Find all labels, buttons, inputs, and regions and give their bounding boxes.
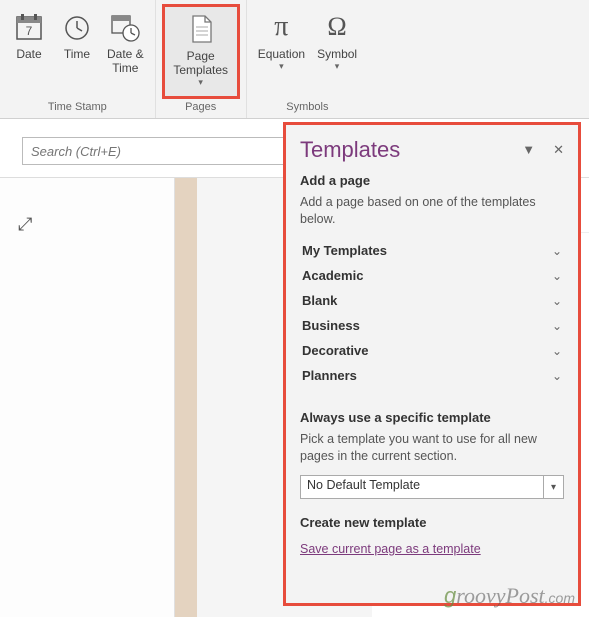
ribbon-group-timestamp: 7 Date Time Date & Time Time Stamp: [0, 0, 156, 118]
category-planners[interactable]: Planners ⌄: [300, 363, 564, 388]
time-button[interactable]: Time: [54, 4, 100, 99]
calendar-clock-icon: [109, 9, 141, 45]
clock-icon: [61, 9, 93, 45]
ribbon-group-pages: Page Templates ▾ Pages: [156, 0, 247, 118]
chevron-down-icon: ⌄: [552, 369, 562, 383]
add-page-heading: Add a page: [300, 173, 564, 188]
equation-button[interactable]: π Equation ▾: [253, 4, 310, 99]
symbol-button[interactable]: Ω Symbol ▾: [312, 4, 362, 99]
group-label-symbols: Symbols: [286, 99, 328, 116]
chevron-down-icon: ▾: [279, 61, 284, 72]
date-button[interactable]: 7 Date: [6, 4, 52, 99]
chevron-down-icon: ⌄: [552, 344, 562, 358]
page-icon: [185, 11, 217, 47]
date-label: Date: [16, 47, 41, 61]
date-time-button[interactable]: Date & Time: [102, 4, 149, 99]
save-as-template-link[interactable]: Save current page as a template: [300, 542, 481, 556]
group-label-timestamp: Time Stamp: [48, 99, 107, 116]
chevron-down-icon[interactable]: ▾: [543, 476, 563, 498]
default-template-value: No Default Template: [301, 476, 543, 498]
svg-text:7: 7: [26, 24, 33, 38]
pane-title: Templates: [300, 137, 400, 163]
time-label: Time: [64, 47, 90, 61]
default-template-dropdown[interactable]: No Default Template ▾: [300, 475, 564, 499]
create-new-heading: Create new template: [300, 515, 564, 530]
category-business[interactable]: Business ⌄: [300, 313, 564, 338]
category-my-templates[interactable]: My Templates ⌄: [300, 238, 564, 263]
ribbon-group-symbols: π Equation ▾ Ω Symbol ▾ Symbols: [247, 0, 368, 118]
category-blank[interactable]: Blank ⌄: [300, 288, 564, 313]
pi-icon: π: [274, 9, 288, 45]
chevron-down-icon: ⌄: [552, 294, 562, 308]
group-label-pages: Pages: [185, 99, 216, 116]
resize-icon[interactable]: ⤢: [18, 214, 32, 235]
add-page-description: Add a page based on one of the templates…: [300, 194, 564, 228]
section-strip: [175, 178, 197, 617]
pane-menu-button[interactable]: ▼: [522, 142, 535, 158]
note-canvas: ⤢: [0, 178, 175, 617]
category-decorative[interactable]: Decorative ⌄: [300, 338, 564, 363]
date-time-label: Date & Time: [107, 47, 144, 75]
ribbon: 7 Date Time Date & Time Time Stamp: [0, 0, 589, 119]
page-templates-button[interactable]: Page Templates ▾: [162, 4, 240, 99]
equation-label: Equation: [258, 47, 305, 61]
omega-icon: Ω: [327, 9, 346, 45]
calendar-date-icon: 7: [13, 9, 45, 45]
always-use-heading: Always use a specific template: [300, 410, 564, 425]
page-templates-label: Page Templates: [173, 49, 228, 77]
chevron-down-icon: ⌄: [552, 244, 562, 258]
symbol-label: Symbol: [317, 47, 357, 61]
chevron-down-icon: ⌄: [552, 269, 562, 283]
always-use-description: Pick a template you want to use for all …: [300, 431, 564, 465]
close-icon[interactable]: ✕: [553, 142, 564, 158]
category-academic[interactable]: Academic ⌄: [300, 263, 564, 288]
chevron-down-icon: ▾: [198, 77, 203, 88]
templates-pane: Templates ▼ ✕ Add a page Add a page base…: [283, 122, 581, 606]
chevron-down-icon: ▾: [335, 61, 340, 72]
chevron-down-icon: ⌄: [552, 319, 562, 333]
